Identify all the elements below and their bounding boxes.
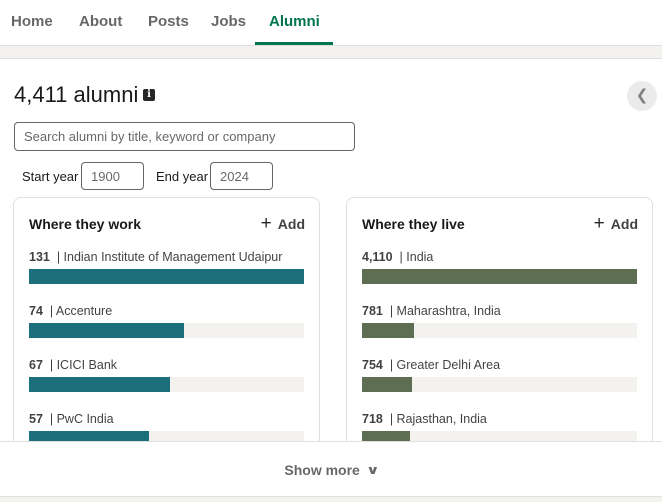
plus-icon: + [593, 213, 605, 234]
card-title: Where they work [29, 216, 142, 232]
show-more-label: Show more [284, 461, 360, 478]
stat-name: | Rajasthan, India [389, 412, 487, 426]
stat-row[interactable]: 781 | Maharashtra, India [362, 304, 638, 352]
bar-fill [29, 269, 304, 284]
bar-track [362, 377, 637, 392]
stat-count: 4,110 [362, 250, 393, 264]
stat-count: 131 [29, 250, 50, 264]
plus-icon: + [260, 213, 272, 234]
stat-label: 67 | ICICI Bank [29, 358, 117, 372]
stat-count: 57 [29, 412, 43, 426]
stat-row[interactable]: 131 | Indian Institute of Management Uda… [29, 250, 305, 298]
stat-count: 718 [362, 412, 383, 426]
add-company-button[interactable]: + Add [261, 212, 305, 236]
chevron-left-icon: ❮ [635, 87, 649, 104]
start-year-label: Start year [22, 169, 79, 184]
bar-fill [362, 269, 637, 284]
bar-track [362, 269, 637, 284]
collapse-button[interactable]: ❮ [627, 81, 657, 111]
stat-row[interactable]: 4,110 | India [362, 250, 638, 298]
stat-row[interactable]: 754 | Greater Delhi Area [362, 358, 638, 406]
stat-count: 754 [362, 358, 383, 372]
page-tabs: Home About Posts Jobs Alumni [0, 0, 662, 46]
chevron-down-icon: ∨ [365, 462, 380, 477]
stat-row[interactable]: 74 | Accenture [29, 304, 305, 352]
bar-fill [362, 377, 413, 392]
add-label: Add [610, 216, 638, 232]
search-alumni-input[interactable] [14, 122, 355, 151]
stat-label: 781 | Maharashtra, India [362, 304, 501, 318]
stat-name: | India [399, 250, 434, 264]
bar-track [29, 377, 304, 392]
stat-label: 4,110 | India [362, 250, 433, 264]
stat-row[interactable]: 67 | ICICI Bank [29, 358, 305, 406]
where-they-live-card: Where they live + Add 4,110 | India 781 |… [346, 197, 653, 457]
stat-label: 718 | Rajasthan, India [362, 412, 487, 426]
where-they-work-card: Where they work + Add 131 | Indian Insti… [13, 197, 320, 457]
show-more-bar: Show more ∨ [0, 441, 662, 496]
stat-name: | PwC India [49, 412, 114, 426]
add-location-button[interactable]: + Add [594, 212, 638, 236]
stat-label: 131 | Indian Institute of Management Uda… [29, 250, 282, 264]
tab-home[interactable]: Home [11, 0, 53, 46]
tab-alumni[interactable]: Alumni [269, 0, 320, 46]
bar-track [362, 323, 637, 338]
bar-track [29, 269, 304, 284]
tab-posts[interactable]: Posts [148, 0, 189, 46]
stat-label: 57 | PwC India [29, 412, 114, 426]
card-title: Where they live [362, 216, 465, 232]
stat-name: | Maharashtra, India [389, 304, 501, 318]
stat-count: 781 [362, 304, 383, 318]
bar-track [29, 323, 304, 338]
add-label: Add [277, 216, 305, 232]
stat-name: | Accenture [49, 304, 113, 318]
stat-label: 74 | Accenture [29, 304, 112, 318]
tab-jobs[interactable]: Jobs [211, 0, 246, 46]
bottom-divider [0, 496, 662, 502]
bar-fill [29, 323, 185, 338]
stat-count: 74 [29, 304, 43, 318]
bar-fill [362, 323, 415, 338]
end-year-label: End year [156, 169, 209, 184]
end-year-input[interactable] [210, 162, 273, 190]
alumni-count-title: 4,411 alumni [14, 82, 139, 107]
stat-name: | Greater Delhi Area [389, 358, 501, 372]
section-divider [0, 45, 662, 59]
stat-name: | ICICI Bank [49, 358, 118, 372]
show-more-button[interactable]: Show more ∨ [0, 442, 662, 497]
stat-name: | Indian Institute of Management Udaipur [56, 250, 283, 264]
stat-count: 67 [29, 358, 43, 372]
info-icon[interactable]: i [143, 89, 155, 101]
start-year-input[interactable] [81, 162, 144, 190]
tab-about[interactable]: About [79, 0, 122, 46]
bar-fill [29, 377, 170, 392]
stat-label: 754 | Greater Delhi Area [362, 358, 500, 372]
